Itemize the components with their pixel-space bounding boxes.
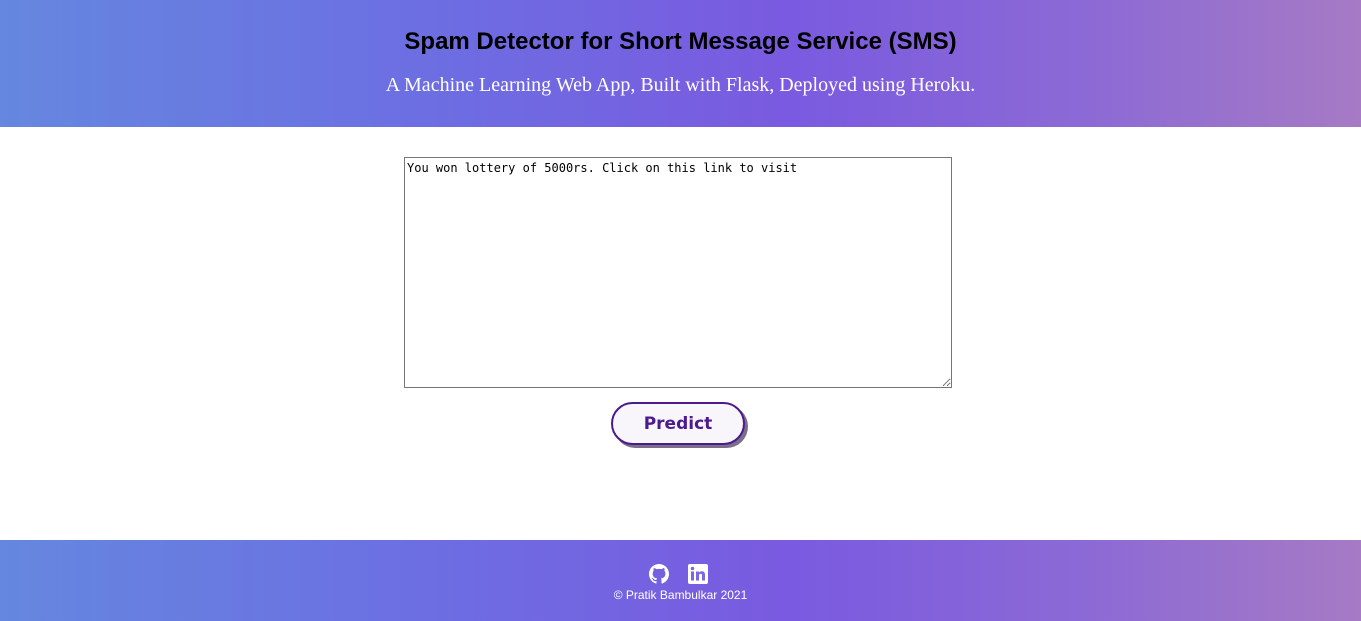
page-subtitle: A Machine Learning Web App, Built with F… <box>385 74 976 96</box>
github-icon[interactable] <box>649 564 669 584</box>
copyright-text: © Pratik Bambulkar 2021 <box>613 588 748 602</box>
page-header: Spam Detector for Short Message Service … <box>0 0 1361 127</box>
page-footer: © Pratik Bambulkar 2021 <box>0 540 1361 621</box>
linkedin-icon[interactable] <box>688 564 708 584</box>
predict-button[interactable]: Predict <box>611 402 745 445</box>
page-title: Spam Detector for Short Message Service … <box>404 28 957 55</box>
message-input[interactable]: You won lottery of 5000rs. Click on this… <box>404 157 952 388</box>
